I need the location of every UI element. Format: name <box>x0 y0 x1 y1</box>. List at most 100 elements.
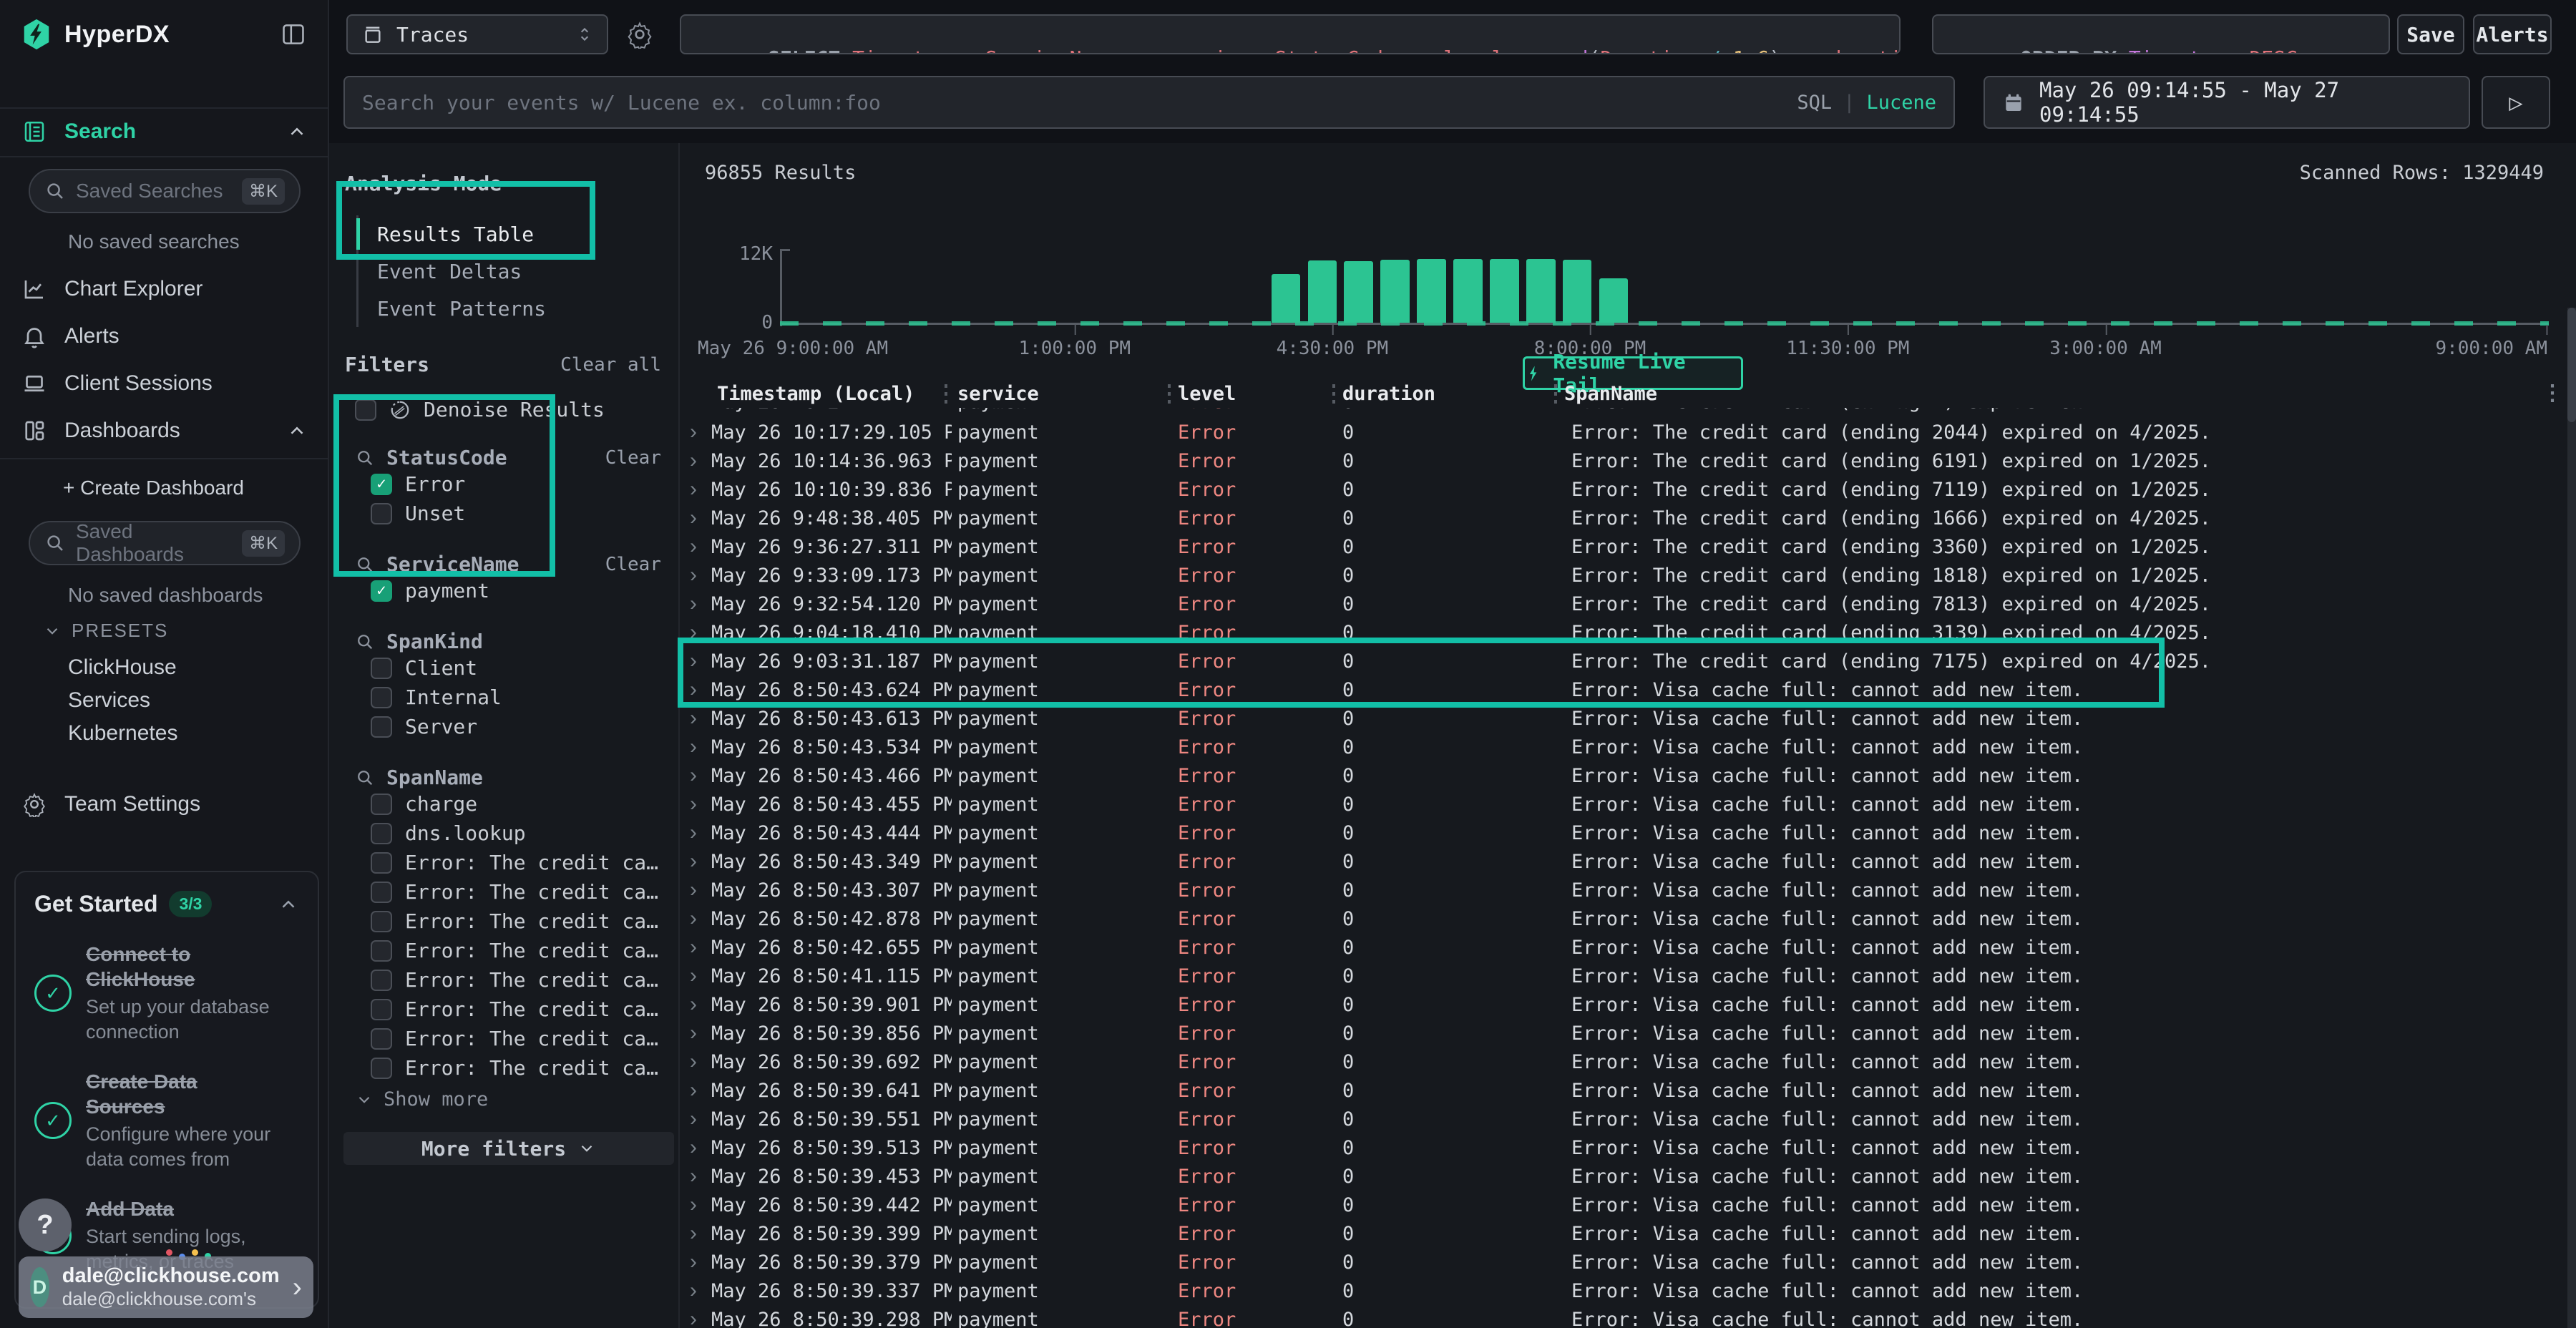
analysis-mode-option[interactable]: Event Patterns <box>358 290 661 327</box>
filter-option[interactable]: Error: The credit card … <box>371 965 661 995</box>
checkbox[interactable] <box>371 1058 392 1079</box>
histogram-bar[interactable] <box>1563 260 1592 324</box>
table-row[interactable]: May 26 8:50:43.466 PM payment Error 0 Er… <box>680 761 2567 790</box>
expand-chevron-icon[interactable] <box>680 1250 711 1274</box>
column-resize-handle[interactable] <box>1332 384 1335 404</box>
histogram-bar[interactable] <box>1526 259 1556 324</box>
table-row[interactable]: May 26 8:50:39.337 PM payment Error 0 Er… <box>680 1276 2567 1305</box>
analysis-mode-option[interactable]: Event Deltas <box>358 253 661 290</box>
analysis-mode-option[interactable]: Results Table <box>358 215 661 253</box>
expand-chevron-icon[interactable] <box>680 1136 711 1160</box>
table-row[interactable]: May 26 8:50:43.349 PM payment Error 0 Er… <box>680 847 2567 876</box>
table-row[interactable]: May 26 8:50:39.641 PM payment Error 0 Er… <box>680 1076 2567 1105</box>
results-histogram[interactable]: 12K 0 May 26 9:00:00 AM1:00:00 PM4:30:00… <box>680 186 2576 372</box>
sidebar-item-chart-explorer[interactable]: Chart Explorer <box>0 266 328 312</box>
expand-chevron-icon[interactable] <box>680 849 711 874</box>
table-row[interactable]: May 26 8:50:39.901 PM payment Error 0 Er… <box>680 990 2567 1019</box>
get-started-step[interactable]: Connect to ClickHouse Set up your databa… <box>34 942 299 1045</box>
table-row[interactable]: May 26 8:50:39.399 PM payment Error 0 Er… <box>680 1219 2567 1248</box>
table-row[interactable]: May 26 8:50:39.298 PM payment Error 0 Er… <box>680 1305 2567 1328</box>
saved-dashboards-input[interactable]: Saved Dashboards ⌘K <box>29 521 301 565</box>
expand-chevron-icon[interactable] <box>680 935 711 960</box>
table-row[interactable]: May 26 9:36:27.311 PM payment Error 0 Er… <box>680 532 2567 561</box>
saved-searches-input[interactable]: Saved Searches ⌘K <box>29 169 301 213</box>
table-row[interactable]: May 26 9:03:31.187 PM payment Error 0 Er… <box>680 647 2567 675</box>
filter-option[interactable]: Error: The credit card … <box>371 1024 661 1053</box>
expand-chevron-icon[interactable] <box>680 1279 711 1303</box>
chevron-up-icon[interactable] <box>278 894 299 915</box>
table-row[interactable]: May 26 8:50:39.513 PM payment Error 0 Er… <box>680 1133 2567 1162</box>
checkbox[interactable] <box>371 852 392 874</box>
collapse-sidebar-icon[interactable] <box>279 20 308 49</box>
chevron-up-icon[interactable] <box>286 420 308 441</box>
expand-chevron-icon[interactable] <box>680 534 711 559</box>
table-row[interactable]: May 26 8:50:42.655 PM payment Error 0 Er… <box>680 933 2567 962</box>
alerts-button[interactable]: Alerts <box>2473 14 2552 54</box>
expand-chevron-icon[interactable] <box>680 449 711 473</box>
denoise-results-toggle[interactable]: Denoise Results <box>355 398 661 421</box>
checkbox[interactable] <box>371 794 392 815</box>
table-row[interactable]: May 26 8:50:43.613 PM payment Error 0 Er… <box>680 704 2567 733</box>
help-button[interactable]: ? <box>19 1198 72 1251</box>
checkbox[interactable] <box>371 716 392 738</box>
sidebar-item-search[interactable]: Search <box>0 109 328 155</box>
checkbox[interactable] <box>371 1028 392 1050</box>
column-resize-handle[interactable] <box>1554 384 1557 404</box>
create-dashboard-button[interactable]: + Create Dashboard <box>63 477 244 499</box>
filter-clear-button[interactable]: Clear <box>605 447 661 469</box>
expand-chevron-icon[interactable] <box>680 1221 711 1246</box>
source-select[interactable]: Traces <box>346 14 608 54</box>
table-row[interactable]: May 26 10:2…:….… PM payment Error 0 Erro… <box>680 408 2567 418</box>
checkbox[interactable] <box>371 999 392 1020</box>
table-row[interactable]: May 26 8:50:43.534 PM payment Error 0 Er… <box>680 733 2567 761</box>
preset-link[interactable]: Kubernetes <box>68 721 177 746</box>
checkbox[interactable] <box>355 399 376 421</box>
filter-option[interactable]: Error: The credit card … <box>371 995 661 1024</box>
search-icon[interactable] <box>355 555 375 575</box>
checkbox[interactable] <box>371 474 392 495</box>
preset-link[interactable]: Services <box>68 688 150 713</box>
table-row[interactable]: May 26 8:50:43.444 PM payment Error 0 Er… <box>680 819 2567 847</box>
expand-chevron-icon[interactable] <box>680 792 711 816</box>
column-resize-handle[interactable] <box>1168 384 1171 404</box>
search-input[interactable] <box>362 91 1782 114</box>
column-resize-handle[interactable] <box>945 384 947 404</box>
expand-chevron-icon[interactable] <box>680 420 711 444</box>
histogram-bar[interactable] <box>1308 260 1337 324</box>
expand-chevron-icon[interactable] <box>680 1164 711 1188</box>
filter-option[interactable]: dns.lookup <box>371 819 661 848</box>
get-started-header[interactable]: Get Started 3/3 <box>34 891 299 917</box>
get-started-step[interactable]: Create Data Sources Configure where your… <box>34 1069 299 1172</box>
show-more-button[interactable]: Show more <box>355 1088 661 1110</box>
histogram-bar[interactable] <box>1599 278 1629 324</box>
table-row[interactable]: May 26 9:48:38.405 PM payment Error 0 Er… <box>680 504 2567 532</box>
column-header-duration[interactable]: duration <box>1337 383 1558 405</box>
table-row[interactable]: May 26 8:50:39.453 PM payment Error 0 Er… <box>680 1162 2567 1191</box>
expand-chevron-icon[interactable] <box>680 592 711 616</box>
save-button[interactable]: Save <box>2397 14 2464 54</box>
table-row[interactable]: May 26 9:32:54.120 PM payment Error 0 Er… <box>680 590 2567 618</box>
table-scrollbar[interactable] <box>2567 308 2576 1328</box>
expand-chevron-icon[interactable] <box>680 620 711 645</box>
histogram-bar[interactable] <box>1490 259 1519 324</box>
chart-plot[interactable] <box>780 255 2547 324</box>
table-row[interactable]: May 26 10:17:29.105 PM payment Error 0 E… <box>680 418 2567 446</box>
expand-chevron-icon[interactable] <box>680 678 711 702</box>
sidebar-item-dashboards[interactable]: Dashboards <box>0 408 328 454</box>
search-icon[interactable] <box>355 632 375 652</box>
filter-option[interactable]: Unset <box>371 499 661 528</box>
column-header-service[interactable]: service <box>952 383 1172 405</box>
column-header-level[interactable]: level <box>1172 383 1337 405</box>
order-by-editor[interactable]: ORDER BY Timestamp DESC <box>1932 14 2390 54</box>
sidebar-item-team-settings[interactable]: Team Settings <box>0 781 328 827</box>
table-row[interactable]: May 26 8:50:43.455 PM payment Error 0 Er… <box>680 790 2567 819</box>
source-settings-gear-icon[interactable] <box>624 19 655 50</box>
table-row[interactable]: May 26 8:50:41.115 PM payment Error 0 Er… <box>680 962 2567 990</box>
histogram-bar[interactable] <box>1272 274 1301 324</box>
table-row[interactable]: May 26 8:50:43.624 PM payment Error 0 Er… <box>680 675 2567 704</box>
table-options-kebab-icon[interactable] <box>2542 381 2563 406</box>
checkbox[interactable] <box>371 503 392 524</box>
filter-option[interactable]: payment <box>371 576 661 605</box>
checkbox[interactable] <box>371 823 392 844</box>
table-row[interactable]: May 26 8:50:39.379 PM payment Error 0 Er… <box>680 1248 2567 1276</box>
